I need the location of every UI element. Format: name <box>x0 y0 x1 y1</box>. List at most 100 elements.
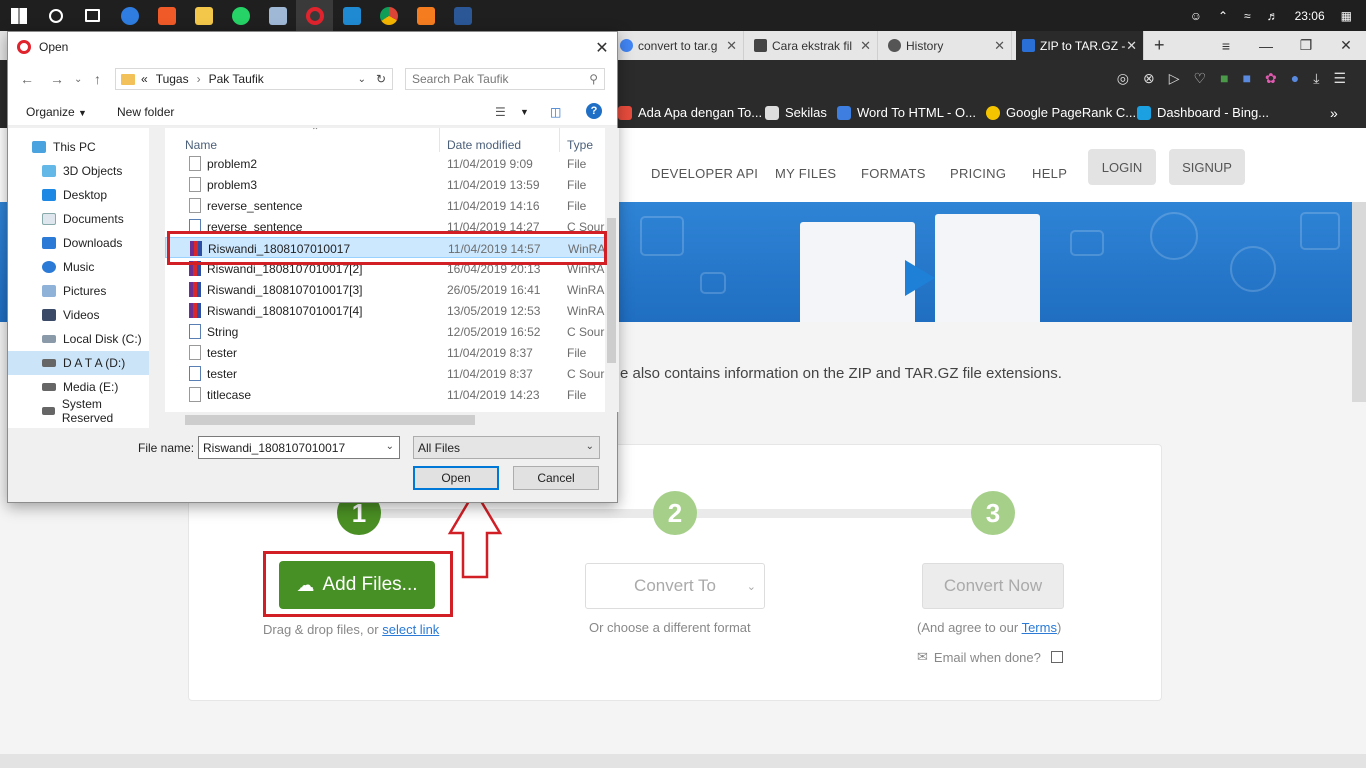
recent-chevron-icon[interactable]: ⌄ <box>74 74 82 85</box>
nav-desktop[interactable]: Desktop <box>8 183 149 207</box>
bookmark-item[interactable]: Ada Apa dengan To... <box>618 105 762 120</box>
column-type[interactable]: Type <box>567 138 593 152</box>
tab-history[interactable]: History ✕ <box>882 31 1012 60</box>
nav-this-pc[interactable]: This PC <box>8 135 149 159</box>
file-list-vertical-scrollbar[interactable] <box>605 128 619 412</box>
xampp-icon[interactable] <box>407 0 444 31</box>
file-type-select[interactable]: All Files ⌄ <box>413 436 600 459</box>
search-icon[interactable] <box>37 0 74 31</box>
nav-developer-api[interactable]: DEVELOPER API <box>651 166 758 181</box>
file-row[interactable]: tester 11/04/2019 8:37 C Sour <box>165 363 605 384</box>
file-explorer-icon[interactable] <box>185 0 222 31</box>
nav-videos[interactable]: Videos <box>8 303 149 327</box>
download-icon[interactable]: ⤓ <box>1313 70 1319 87</box>
file-row[interactable]: Riswandi_1808107010017[3] 26/05/2019 16:4… <box>165 279 605 300</box>
chrome-icon[interactable] <box>370 0 407 31</box>
preview-pane-icon[interactable]: ◫ <box>550 105 561 119</box>
signup-button[interactable]: SIGNUP <box>1169 149 1245 185</box>
edge-icon[interactable] <box>111 0 148 31</box>
photo-app-icon[interactable] <box>148 0 185 31</box>
file-row[interactable]: String 12/05/2019 16:52 C Sour <box>165 321 605 342</box>
file-row[interactable]: reverse_sentence 11/04/2019 14:16 File <box>165 195 605 216</box>
chevron-down-icon[interactable]: ⌄ <box>386 441 394 452</box>
minimize-icon[interactable]: — <box>1246 31 1286 60</box>
view-dropdown-icon[interactable]: ▼ <box>520 107 529 117</box>
nav-documents[interactable]: Documents <box>8 207 149 231</box>
tab-convert[interactable]: convert to tar.g ✕ <box>614 31 744 60</box>
task-view-icon[interactable] <box>74 0 111 31</box>
path-overflow[interactable]: « <box>141 72 148 86</box>
login-button[interactable]: LOGIN <box>1088 149 1156 185</box>
forward-arrow-icon[interactable]: → <box>50 71 64 87</box>
menu-icon[interactable]: ☰ <box>1333 70 1346 87</box>
tab-cara-ekstrak[interactable]: Cara ekstrak fil ✕ <box>748 31 878 60</box>
close-icon[interactable]: ✕ <box>1126 38 1137 54</box>
convert-to-select[interactable]: Convert To ⌄ <box>585 563 765 609</box>
refresh-icon[interactable]: ↻ <box>376 72 386 86</box>
windows-start-icon[interactable] <box>0 0 37 31</box>
heart-icon[interactable]: ♡ <box>1194 70 1207 87</box>
extension-icon[interactable]: ■ <box>1220 70 1228 87</box>
file-name-input[interactable]: Riswandi_1808107010017 ⌄ <box>198 436 400 459</box>
volume-icon[interactable]: ♬ <box>1267 9 1279 23</box>
camera-icon[interactable]: ◎ <box>1117 70 1129 87</box>
block-icon[interactable]: ⊗ <box>1143 70 1155 87</box>
tab-zip-to-tar[interactable]: ZIP to TAR.GZ - ✕ <box>1016 31 1144 60</box>
close-icon[interactable]: ✕ <box>860 38 871 54</box>
restore-icon[interactable]: ❐ <box>1286 31 1326 60</box>
close-icon[interactable]: ✕ <box>726 38 737 54</box>
more-bookmarks-icon[interactable]: » <box>1330 105 1338 121</box>
file-row[interactable]: problem2 11/04/2019 9:09 File <box>165 153 605 174</box>
whatsapp-icon[interactable] <box>222 0 259 31</box>
page-horizontal-scrollbar[interactable] <box>0 754 1366 768</box>
file-row[interactable]: titlecase 11/04/2019 14:23 File <box>165 384 605 405</box>
up-arrow-icon[interactable]: ↑ <box>94 71 101 87</box>
new-folder-button[interactable]: New folder <box>117 105 174 119</box>
file-row[interactable]: Riswandi_1808107010017[4] 13/05/2019 12:5… <box>165 300 605 321</box>
nav-3d-objects[interactable]: 3D Objects <box>8 159 149 183</box>
scroll-thumb[interactable] <box>607 218 616 363</box>
word-icon[interactable] <box>444 0 481 31</box>
open-button[interactable]: Open <box>413 466 499 490</box>
file-row[interactable]: tester 11/04/2019 8:37 File <box>165 342 605 363</box>
bookmark-item[interactable]: Sekilas <box>765 105 827 120</box>
column-separator[interactable] <box>559 128 560 152</box>
color-wheel-icon[interactable]: ✿ <box>1265 70 1277 87</box>
cancel-button[interactable]: Cancel <box>513 466 599 490</box>
nav-pictures[interactable]: Pictures <box>8 279 149 303</box>
nav-media-e[interactable]: Media (E:) <box>8 375 149 399</box>
scroll-thumb[interactable] <box>185 415 475 425</box>
bookmark-item[interactable]: Word To HTML - O... <box>837 105 976 120</box>
tab-menu-icon[interactable]: ≡ <box>1206 31 1246 60</box>
nav-pricing[interactable]: PRICING <box>950 166 1006 181</box>
path-segment-tugas[interactable]: Tugas <box>156 72 189 86</box>
page-scrollbar[interactable] <box>1352 202 1366 402</box>
chevron-up-icon[interactable]: ⌃ <box>1218 9 1228 23</box>
wifi-icon[interactable]: ≈ <box>1244 9 1251 23</box>
nav-local-disk-c[interactable]: Local Disk (C:) <box>8 327 149 351</box>
nav-my-files[interactable]: MY FILES <box>775 166 836 181</box>
select-link[interactable]: select link <box>382 622 439 637</box>
vscode-icon[interactable] <box>333 0 370 31</box>
convert-now-button[interactable]: Convert Now <box>922 563 1064 609</box>
back-arrow-icon[interactable]: ← <box>20 71 34 87</box>
translate-icon[interactable]: ■ <box>1243 70 1251 87</box>
nav-data-d[interactable]: D A T A (D:) <box>8 351 149 375</box>
nav-formats[interactable]: FORMATS <box>861 166 926 181</box>
nav-downloads[interactable]: Downloads <box>8 231 149 255</box>
nav-system-reserved[interactable]: System Reserved <box>8 397 149 425</box>
search-input[interactable]: Search Pak Taufik ⚲ <box>405 68 605 90</box>
close-icon[interactable]: ✕ <box>593 38 611 58</box>
file-row[interactable]: problem3 11/04/2019 13:59 File <box>165 174 605 195</box>
view-options-icon[interactable]: ☰ <box>495 105 506 119</box>
column-date-modified[interactable]: Date modified <box>447 138 521 152</box>
organize-menu[interactable]: Organize ▼ <box>26 105 87 119</box>
chevron-down-icon[interactable]: ⌄ <box>358 74 366 85</box>
clock-time[interactable]: 23:06 <box>1295 9 1325 23</box>
nav-pane-scrollbar[interactable] <box>149 128 163 428</box>
bookmark-item[interactable]: Google PageRank C... <box>986 105 1136 120</box>
close-window-icon[interactable]: ✕ <box>1326 31 1366 60</box>
email-checkbox[interactable] <box>1050 651 1063 663</box>
opera-icon[interactable] <box>296 0 333 31</box>
vpn-icon[interactable]: ● <box>1291 70 1299 87</box>
